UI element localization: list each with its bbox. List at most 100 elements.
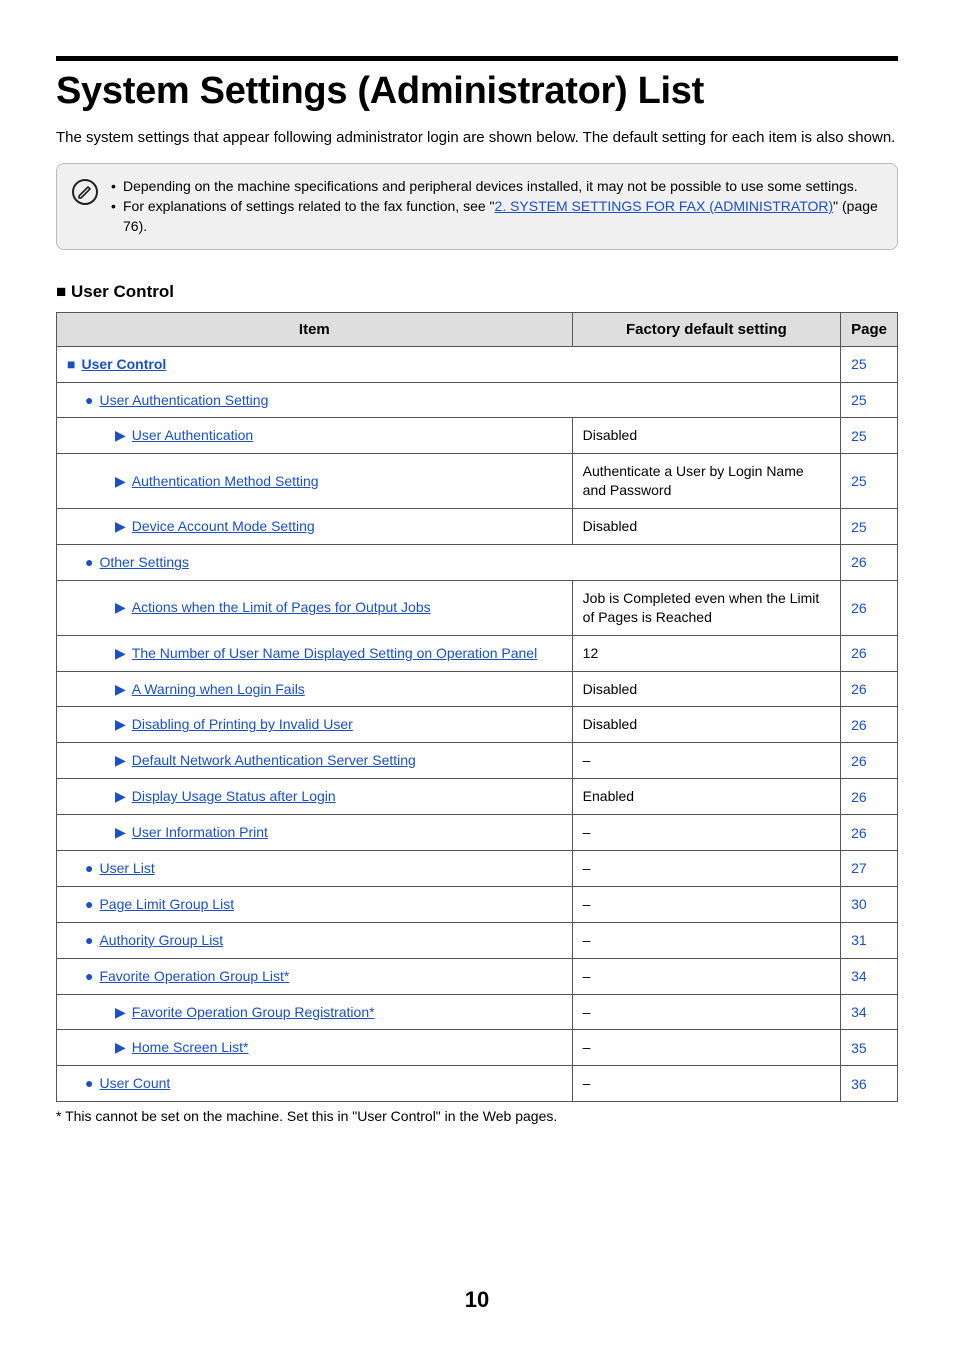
table-row: ▶ Default Network Authentication Server S…	[57, 743, 898, 779]
table-row: ▶Disabling of Printing by Invalid UserDi…	[57, 707, 898, 743]
item-link[interactable]: Device Account Mode Setting	[132, 518, 315, 534]
item-cell: ■User Control	[57, 346, 841, 382]
page-link-cell[interactable]: 31	[841, 922, 898, 958]
page-link-cell[interactable]: 25	[841, 346, 898, 382]
page-link-cell[interactable]: 25	[841, 454, 898, 509]
factory-default-cell: Disabled	[572, 707, 840, 743]
page-link-cell[interactable]: 26	[841, 544, 898, 580]
row-marker-icon: ●	[85, 553, 93, 572]
page-link-cell[interactable]: 30	[841, 886, 898, 922]
row-marker-icon: ▶	[115, 751, 126, 770]
footnote: * This cannot be set on the machine. Set…	[56, 1108, 898, 1124]
item-link[interactable]: User Authentication	[132, 427, 253, 443]
factory-default-cell: –	[572, 994, 840, 1030]
note-bullet-2: • For explanations of settings related t…	[111, 196, 883, 237]
item-link[interactable]: Default Network Authentication Server Se…	[132, 752, 416, 768]
page-link-cell[interactable]: 26	[841, 635, 898, 671]
page-link-cell[interactable]: 26	[841, 815, 898, 851]
table-row: ▶ Device Account Mode Setting Disabled25	[57, 509, 898, 545]
page-link-cell[interactable]: 27	[841, 851, 898, 887]
item-link[interactable]: Other Settings	[99, 554, 189, 570]
item-link[interactable]: Actions when the Limit of Pages for Outp…	[132, 599, 431, 615]
factory-default-cell: Disabled	[572, 509, 840, 545]
note-2-link[interactable]: 2. SYSTEM SETTINGS FOR FAX (ADMINISTRATO…	[495, 198, 834, 214]
note-2-pre: For explanations of settings related to …	[123, 198, 495, 214]
page-link-cell[interactable]: 34	[841, 958, 898, 994]
row-marker-icon: ●	[85, 1074, 93, 1093]
factory-default-cell: Authenticate a User by Login Name and Pa…	[572, 454, 840, 509]
row-marker-icon: ▶	[115, 823, 126, 842]
factory-default-cell: Disabled	[572, 418, 840, 454]
factory-default-cell: Job is Completed even when the Limit of …	[572, 580, 840, 635]
item-cell: ▶Home Screen List*	[57, 1030, 573, 1066]
page-link-cell[interactable]: 26	[841, 671, 898, 707]
table-row: ▶ User Authentication Disabled25	[57, 418, 898, 454]
table-row: ▶User Information Print–26	[57, 815, 898, 851]
row-marker-icon: ▶	[115, 472, 126, 491]
row-marker-icon: ●	[85, 391, 93, 410]
row-marker-icon: ▶	[115, 517, 126, 536]
item-link[interactable]: A Warning when Login Fails	[132, 681, 305, 697]
item-link[interactable]: Authentication Method Setting	[132, 473, 319, 489]
row-marker-icon: ●	[85, 859, 93, 878]
item-link[interactable]: Favorite Operation Group List*	[99, 968, 289, 984]
item-cell: ▶Disabling of Printing by Invalid User	[57, 707, 573, 743]
item-cell: ▶The Number of User Name Displayed Setti…	[57, 635, 573, 671]
page-link-cell[interactable]: 26	[841, 580, 898, 635]
item-link[interactable]: User Authentication Setting	[99, 392, 268, 408]
item-cell: ▶ Authentication Method Setting	[57, 454, 573, 509]
item-cell: ● Authority Group List	[57, 922, 573, 958]
table-row: ▶The Number of User Name Displayed Setti…	[57, 635, 898, 671]
item-link[interactable]: The Number of User Name Displayed Settin…	[132, 645, 537, 661]
row-marker-icon: ▶	[115, 598, 126, 617]
note-bullet-1: • Depending on the machine specification…	[111, 176, 883, 196]
item-cell: ▶A Warning when Login Fails	[57, 671, 573, 707]
table-row: ● User List –27	[57, 851, 898, 887]
item-link[interactable]: Disabling of Printing by Invalid User	[132, 716, 353, 732]
document-page: System Settings (Administrator) List The…	[0, 0, 954, 1124]
page-link-cell[interactable]: 25	[841, 509, 898, 545]
table-row: ● Other Settings 26	[57, 544, 898, 580]
page-link-cell[interactable]: 25	[841, 418, 898, 454]
item-cell: ● User Authentication Setting	[57, 382, 841, 418]
item-link[interactable]: User Information Print	[132, 824, 268, 840]
item-link[interactable]: Page Limit Group List	[99, 896, 234, 912]
row-marker-icon: ▶	[115, 426, 126, 445]
item-link[interactable]: User List	[99, 860, 154, 876]
item-cell: ▶ Default Network Authentication Server S…	[57, 743, 573, 779]
factory-default-cell: –	[572, 922, 840, 958]
page-link-cell[interactable]: 26	[841, 743, 898, 779]
table-row: ●Page Limit Group List–30	[57, 886, 898, 922]
table-row: ▶Display Usage Status after LoginEnabled…	[57, 779, 898, 815]
note-box: • Depending on the machine specification…	[56, 163, 898, 250]
item-cell: ▶Favorite Operation Group Registration*	[57, 994, 573, 1030]
item-cell: ▶ Device Account Mode Setting	[57, 509, 573, 545]
item-cell: ● User Count	[57, 1066, 573, 1102]
row-marker-icon: ●	[85, 931, 93, 950]
page-link-cell[interactable]: 26	[841, 779, 898, 815]
page-link-cell[interactable]: 36	[841, 1066, 898, 1102]
item-link[interactable]: Favorite Operation Group Registration*	[132, 1004, 375, 1020]
page-link-cell[interactable]: 26	[841, 707, 898, 743]
row-marker-icon: ●	[85, 895, 93, 914]
page-link-cell[interactable]: 35	[841, 1030, 898, 1066]
item-link[interactable]: User Control	[81, 356, 166, 372]
settings-table: Item Factory default setting Page ■User …	[56, 312, 898, 1103]
factory-default-cell: 12	[572, 635, 840, 671]
item-cell: ● Page Limit Group List	[57, 886, 573, 922]
factory-default-cell: –	[572, 851, 840, 887]
page-link-cell[interactable]: 34	[841, 994, 898, 1030]
table-row: ▶ Actions when the Limit of Pages for Out…	[57, 580, 898, 635]
item-link[interactable]: Home Screen List*	[132, 1039, 249, 1055]
item-cell: ▶ Actions when the Limit of Pages for Out…	[57, 580, 573, 635]
item-link[interactable]: User Count	[99, 1075, 170, 1091]
item-link[interactable]: Authority Group List	[99, 932, 223, 948]
page-link-cell[interactable]: 25	[841, 382, 898, 418]
item-link[interactable]: Display Usage Status after Login	[132, 788, 336, 804]
item-cell: ▶ User Information Print	[57, 815, 573, 851]
th-page: Page	[841, 312, 898, 346]
note-1-pre: Depending on the machine specifications …	[123, 178, 858, 194]
section-heading: User Control	[56, 282, 898, 302]
note-text: • Depending on the machine specification…	[111, 176, 883, 237]
row-marker-icon: ▶	[115, 787, 126, 806]
